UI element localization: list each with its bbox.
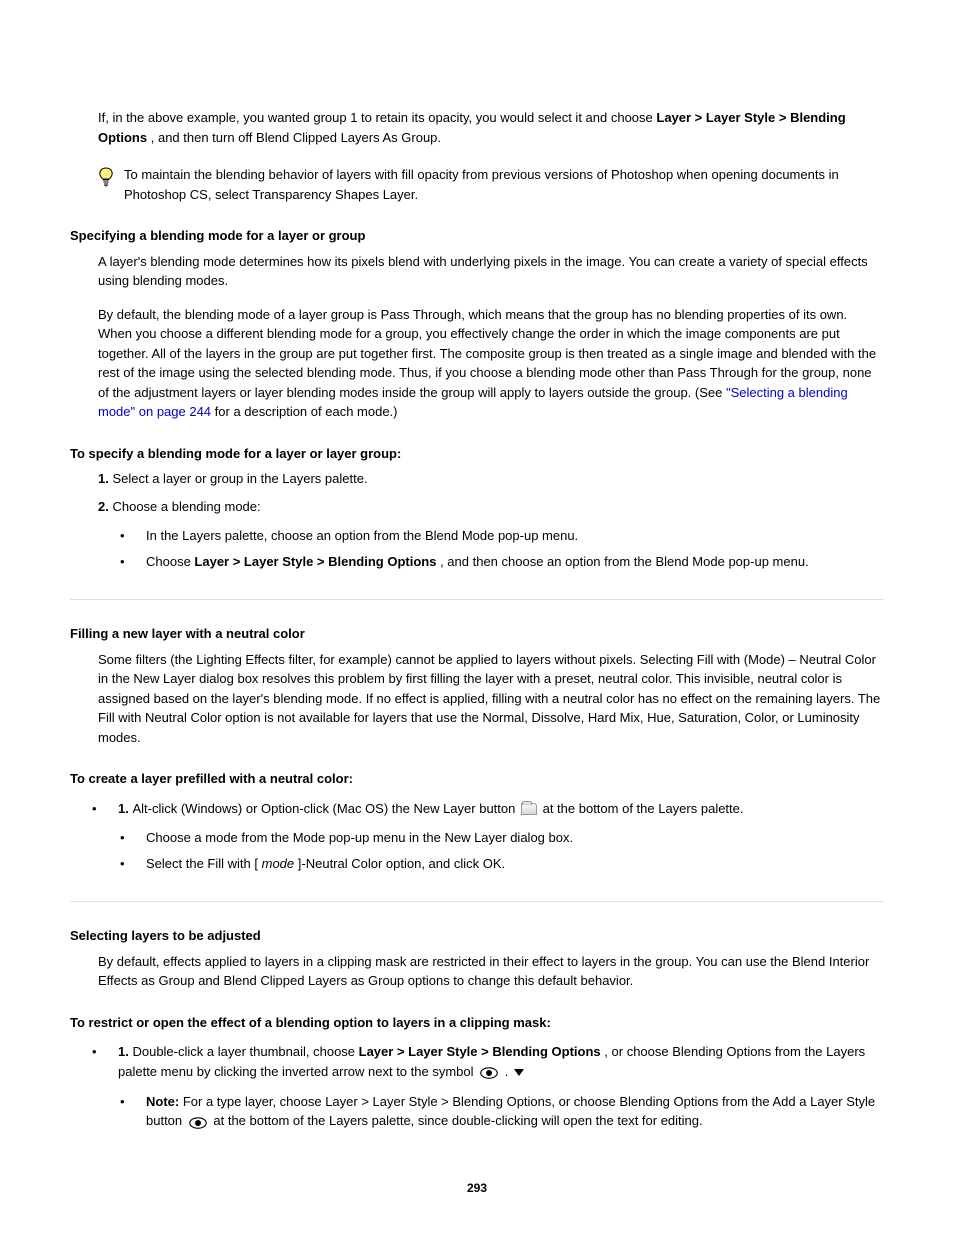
procedure-heading: To specify a blending mode for a layer o… (70, 444, 884, 464)
section-paragraph: Some filters (the Lighting Effects filte… (98, 650, 884, 748)
procedure-step: 2. Choose a blending mode: (98, 497, 884, 517)
lightbulb-icon (98, 167, 114, 187)
intro-text: If, in the above example, you wanted gro… (98, 110, 656, 125)
list-text: Choose (146, 554, 194, 569)
section-paragraph: By default, the blending mode of a layer… (98, 305, 884, 422)
section-paragraph: A layer's blending mode determines how i… (98, 252, 884, 291)
list-item: Note: For a type layer, choose Layer > L… (120, 1092, 884, 1132)
menu-path-text: Layer > Layer Style > Blending Options (194, 554, 436, 569)
list-text: , and then choose an option from the Ble… (440, 554, 809, 569)
new-layer-button-icon (521, 803, 537, 815)
options-list: In the Layers palette, choose an option … (120, 526, 884, 571)
list-item: In the Layers palette, choose an option … (120, 526, 884, 546)
section-heading-neutral-fill: Filling a new layer with a neutral color (70, 624, 884, 644)
tip-text: To maintain the blending behavior of lay… (124, 165, 884, 204)
step-text: Choose a blending mode: (112, 499, 260, 514)
intro-text-suffix: , and then turn off Blend Clipped Layers… (151, 130, 441, 145)
dropdown-arrow-icon (514, 1069, 524, 1076)
step-number: 1. (118, 801, 132, 816)
options-list: Choose a mode from the Mode pop-up menu … (120, 828, 884, 873)
section-heading-blending-mode: Specifying a blending mode for a layer o… (70, 226, 884, 246)
list-item: Choose a mode from the Mode pop-up menu … (120, 828, 884, 848)
page-number: 293 (0, 1179, 954, 1197)
procedure-step: 1. Double-click a layer thumbnail, choos… (92, 1042, 884, 1082)
list-text: Select the Fill with [ (146, 856, 258, 871)
list-text: Choose a mode from the Mode pop-up menu … (146, 830, 573, 845)
note-label: Note: (146, 1094, 183, 1109)
visibility-eye-icon (189, 1112, 207, 1132)
section-heading-selecting-layers: Selecting layers to be adjusted (70, 926, 884, 946)
list-text: In the Layers palette, choose an option … (146, 528, 578, 543)
step-text: Alt-click (Windows) or Option-click (Mac… (132, 801, 519, 816)
step-text: . (505, 1064, 509, 1079)
list-item: Select the Fill with [ mode ]-Neutral Co… (120, 854, 884, 874)
step-number: 1. (98, 471, 112, 486)
procedure-heading: To restrict or open the effect of a blen… (70, 1013, 884, 1033)
step-number: 1. (118, 1044, 132, 1059)
procedure-step: 1. Alt-click (Windows) or Option-click (… (92, 799, 884, 819)
note-text: at the bottom of the Layers palette, sin… (213, 1113, 702, 1128)
procedure-heading: To create a layer prefilled with a neutr… (70, 769, 884, 789)
intro-paragraph: If, in the above example, you wanted gro… (98, 108, 884, 147)
step-text: Double-click a layer thumbnail, choose (132, 1044, 358, 1059)
list-text-italic: mode (262, 856, 295, 871)
section-divider (70, 901, 884, 902)
visibility-eye-icon (480, 1062, 498, 1082)
menu-path-text: Layer > Layer Style > Blending Options (359, 1044, 601, 1059)
step-text: Select a layer or group in the Layers pa… (112, 471, 367, 486)
step-number: 2. (98, 499, 112, 514)
list-text: ]-Neutral Color option, and click OK. (298, 856, 505, 871)
procedure-step: 1. Select a layer or group in the Layers… (98, 469, 884, 489)
note-list: Note: For a type layer, choose Layer > L… (120, 1092, 884, 1132)
tip-block: To maintain the blending behavior of lay… (98, 165, 884, 204)
step-text: at the bottom of the Layers palette. (543, 801, 744, 816)
paragraph-text: for a description of each mode.) (215, 404, 398, 419)
section-paragraph: By default, effects applied to layers in… (98, 952, 884, 991)
list-item: Choose Layer > Layer Style > Blending Op… (120, 552, 884, 572)
section-divider (70, 599, 884, 600)
